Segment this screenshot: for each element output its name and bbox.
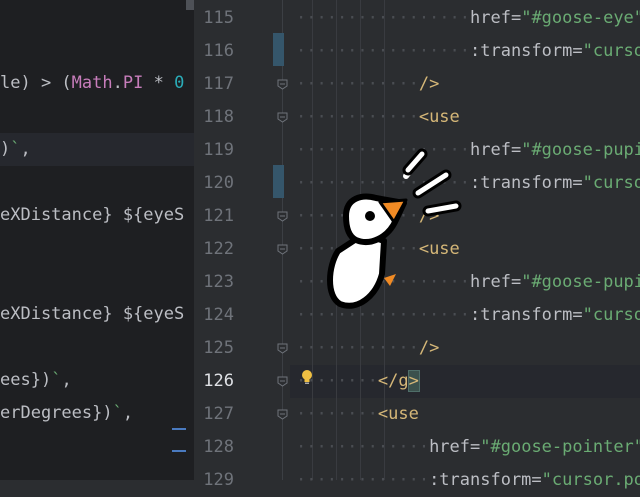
code-line[interactable]: ·············href="#goose-pointer" (296, 431, 640, 464)
line-number[interactable]: 115 (194, 2, 234, 35)
left-code-line[interactable]: eXDistance} ${eyeS (0, 199, 184, 232)
code-line[interactable]: ········<use (296, 398, 419, 431)
line-number[interactable]: 128 (194, 431, 234, 464)
line-number[interactable]: 125 (194, 332, 234, 365)
line-number[interactable]: 127 (194, 398, 234, 431)
left-code-line[interactable]: ees})`, (0, 364, 72, 397)
left-code-line[interactable]: )`, (0, 133, 194, 166)
line-number[interactable]: 119 (194, 134, 234, 167)
line-number[interactable]: 126 (194, 365, 234, 398)
whitespace-dots: ············ (296, 74, 419, 94)
attribute-token: href (429, 437, 471, 457)
attribute-token: href (470, 272, 511, 292)
attribute-token: :transform (470, 41, 573, 61)
whitespace-dots: ············ (296, 338, 419, 358)
left-code-line[interactable]: le) > (Math.PI * 0 (0, 67, 184, 100)
scrollbar-thumb[interactable] (186, 0, 194, 10)
line-number[interactable]: 118 (194, 101, 234, 134)
whitespace-dots: ········ (296, 371, 378, 391)
attribute-token: :transform (429, 470, 532, 490)
fold-marker-icon[interactable] (277, 409, 288, 420)
code-line[interactable]: ·············:transform="cursor.po (296, 464, 640, 497)
fold-marker-icon[interactable] (277, 211, 288, 222)
left-code-line[interactable]: eXDistance} ${eyeS (0, 298, 184, 331)
tag-token: <use (377, 404, 419, 424)
code-line[interactable]: ·················:transform="cursor. (296, 35, 640, 68)
fold-marker-icon[interactable] (277, 112, 288, 123)
code-line[interactable]: ········</g> (296, 365, 420, 398)
goose-cursor-icon (327, 148, 462, 309)
line-number[interactable]: 122 (194, 233, 234, 266)
string-token: "cursor. (582, 41, 640, 61)
whitespace-dots: ············· (296, 437, 430, 457)
string-token: "#goose-pointer" (480, 437, 640, 457)
line-number[interactable]: 123 (194, 266, 234, 299)
line-number[interactable]: 124 (194, 299, 234, 332)
string-token: "cursor. (582, 305, 640, 325)
line-number[interactable]: 116 (194, 35, 234, 68)
whitespace-dots: ········ (296, 404, 378, 424)
code-line[interactable]: ·················href="#goose-eye" (296, 2, 640, 35)
line-number[interactable]: 120 (194, 167, 234, 200)
tag-token: <use (418, 107, 460, 127)
fold-marker-icon[interactable] (277, 79, 288, 90)
fold-marker-icon[interactable] (277, 343, 288, 354)
string-token: "cursor. (582, 173, 640, 193)
whitespace-dots: ················· (296, 41, 470, 61)
line-number[interactable]: 117 (194, 68, 234, 101)
attribute-token: :transform (470, 173, 573, 193)
change-marker[interactable] (273, 33, 284, 66)
gutter-marker (172, 428, 186, 430)
tag-token: </g> (377, 370, 420, 392)
fold-marker-icon[interactable] (277, 244, 288, 255)
line-number[interactable]: 129 (194, 464, 234, 497)
code-line[interactable]: ············<use (296, 101, 460, 134)
attribute-token: href (470, 140, 511, 160)
fold-marker-icon[interactable] (277, 376, 288, 387)
attribute-token: href (470, 8, 511, 28)
tag-token: /> (418, 338, 440, 358)
whitespace-dots: ············· (296, 470, 430, 490)
left-code-line[interactable]: erDegrees})`, (0, 397, 133, 430)
string-token: "cursor.po (541, 470, 640, 490)
change-marker[interactable] (273, 165, 284, 198)
whitespace-dots: ············ (296, 107, 419, 127)
code-line[interactable]: ············/> (296, 332, 439, 365)
attribute-token: :transform (470, 305, 573, 325)
left-editor-pane[interactable]: le) > (Math.PI * 0 )`, eXDistance} ${eyeS e… (0, 0, 194, 480)
gutter-marker (172, 450, 186, 452)
string-token: "#goose-eye" (521, 8, 640, 28)
string-token: "#goose-pupil" (521, 272, 640, 292)
string-token: "#goose-pupil" (521, 140, 640, 160)
tag-token: /> (418, 74, 440, 94)
line-number[interactable]: 121 (194, 200, 234, 233)
code-line[interactable]: ············/> (296, 68, 439, 101)
whitespace-dots: ················· (296, 8, 470, 28)
fold-guide (282, 0, 283, 480)
